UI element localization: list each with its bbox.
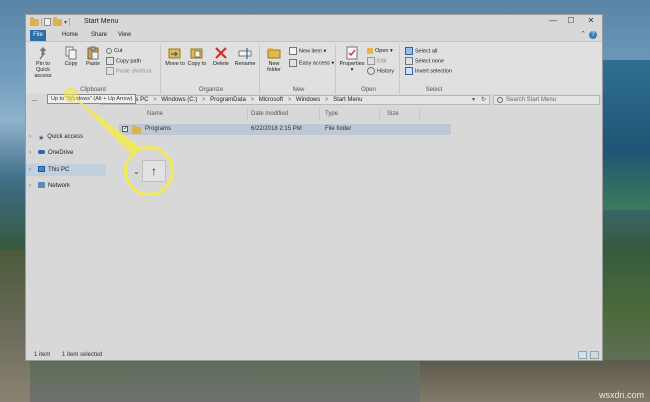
watermark: wsxdn.com: [598, 390, 644, 400]
zoomed-up-arrow-icon: ↑: [142, 160, 166, 182]
up-button-highlight: [64, 88, 78, 102]
callout-connector: [68, 92, 146, 158]
zoom-chevron-icon: ⌄: [133, 167, 140, 176]
